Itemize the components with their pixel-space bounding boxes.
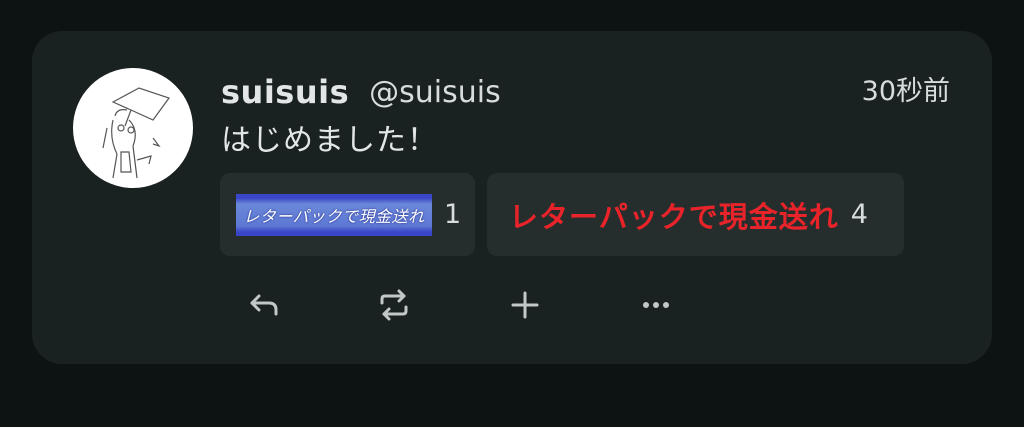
avatar-drawing-icon xyxy=(102,87,170,179)
avatar[interactable] xyxy=(73,68,193,188)
reply-icon xyxy=(250,294,278,316)
renote-button[interactable] xyxy=(372,283,416,327)
add-reaction-button[interactable] xyxy=(503,283,547,327)
reaction-count: 1 xyxy=(444,199,462,230)
more-button[interactable] xyxy=(634,283,678,327)
timestamp[interactable]: 30秒前 xyxy=(862,71,950,113)
reply-button[interactable] xyxy=(242,283,286,327)
note-card: suisuis @suisuis 30秒前 はじめました！ レターパックで現金送… xyxy=(32,31,992,364)
letterpack-text-emoji: レターパックで現金送れ xyxy=(509,199,839,234)
reaction-button-image-emoji[interactable]: レターパックで現金送れ 1 xyxy=(220,173,475,256)
note-text: はじめました！ xyxy=(221,123,438,158)
reaction-count: 4 xyxy=(850,199,868,230)
renote-icon xyxy=(380,289,408,321)
add-reaction-icon xyxy=(511,291,539,319)
letterpack-image-emoji: レターパックで現金送れ xyxy=(236,193,432,236)
user-handle[interactable]: @suisuis xyxy=(369,75,501,110)
note-header: suisuis @suisuis xyxy=(221,71,501,113)
emoji-image-text: レターパックで現金送れ xyxy=(243,206,425,226)
reaction-button-text-emoji[interactable]: レターパックで現金送れ 4 xyxy=(487,173,904,256)
display-name[interactable]: suisuis xyxy=(221,73,349,111)
more-icon xyxy=(643,302,669,308)
